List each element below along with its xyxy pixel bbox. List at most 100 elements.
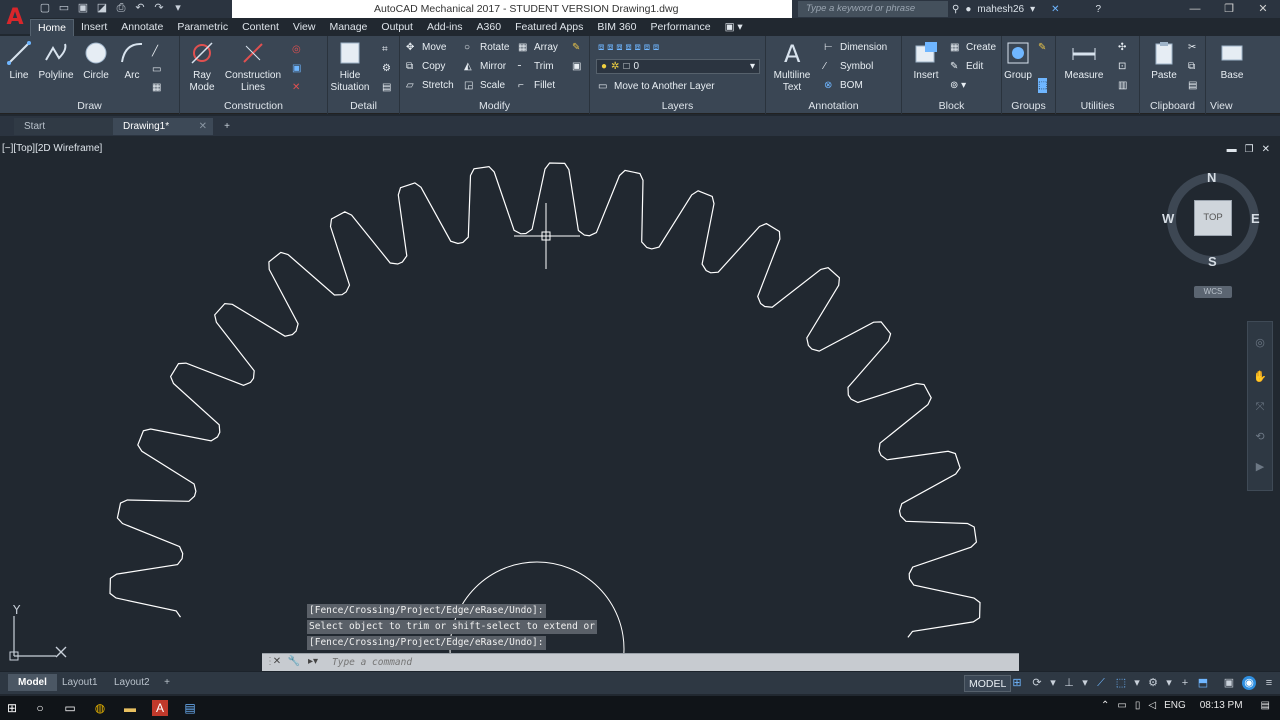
add-icon[interactable]: + xyxy=(1178,676,1192,690)
utility-2-icon[interactable]: ⊡ xyxy=(1118,59,1126,74)
app-taskbar-icon[interactable]: ▤ xyxy=(182,700,198,716)
polar-dropdown-icon[interactable]: ▾ xyxy=(1078,676,1092,690)
viewcube-top-face[interactable]: TOP xyxy=(1194,200,1232,236)
panel-title-view[interactable]: View xyxy=(1206,100,1280,112)
gear-tooth-profile[interactable] xyxy=(109,162,981,638)
move-to-another-layer-button[interactable]: ▭ Move to Another Layer xyxy=(598,79,715,94)
cortana-icon[interactable]: ○ xyxy=(32,700,48,716)
annotation-scale-icon[interactable]: ⬒ xyxy=(1196,676,1210,690)
tab-home[interactable]: Home xyxy=(30,19,75,36)
tab-featured-apps[interactable]: Featured Apps xyxy=(508,19,590,36)
rectangle-icon[interactable]: ▭ xyxy=(152,62,161,77)
undo-icon[interactable]: ↶ xyxy=(133,1,147,15)
file-explorer-icon[interactable]: ▬ xyxy=(122,700,138,716)
workspace-icon[interactable]: ▾ xyxy=(171,1,185,15)
zoom-extents-icon[interactable]: ⤧ xyxy=(1253,400,1267,414)
command-input[interactable] xyxy=(332,655,1012,670)
windows-start-icon[interactable]: ⊞ xyxy=(4,700,20,716)
trim-button[interactable]: ╴ Trim xyxy=(518,59,554,74)
construction-delete-icon[interactable]: ✕ xyxy=(292,80,300,95)
grid-icon[interactable]: ⊞ xyxy=(1010,676,1024,690)
snap-icon[interactable]: ⟳ xyxy=(1030,676,1044,690)
tab-a360[interactable]: A360 xyxy=(470,19,509,36)
open-file-icon[interactable]: ▭ xyxy=(57,1,71,15)
tab-annotate[interactable]: Annotate xyxy=(114,19,170,36)
notifications-icon[interactable]: ▤ xyxy=(1261,700,1270,711)
detail-tool-2-icon[interactable]: ⚙ xyxy=(382,61,391,76)
compass-west[interactable]: W xyxy=(1162,211,1174,226)
layout-tab-layout2[interactable]: Layout2 xyxy=(104,674,160,691)
utility-1-icon[interactable]: ✣ xyxy=(1118,40,1126,55)
tab-output[interactable]: Output xyxy=(374,19,420,36)
help-icon[interactable]: ? xyxy=(1096,4,1102,15)
modify-extra-icon[interactable]: ✎ xyxy=(572,40,580,55)
construction-lines-button[interactable]: Construction Lines xyxy=(224,40,282,94)
file-tab-drawing1[interactable]: Drawing1* ✕ xyxy=(113,118,213,135)
panel-title-block[interactable]: Block xyxy=(902,100,1001,112)
layer-tools-icon[interactable]: ⧈ ⧈ ⧈ ⧈ ⧈ ⧈ ⧈ xyxy=(598,40,659,55)
network-icon[interactable]: ▭ xyxy=(1117,700,1126,711)
binoculars-icon[interactable]: ⚲ xyxy=(952,4,959,15)
chevron-down-icon[interactable]: ▾ xyxy=(1030,4,1035,15)
paste-button[interactable]: Paste xyxy=(1142,40,1186,82)
scale-button[interactable]: ◲ Scale xyxy=(464,78,505,93)
chrome-icon[interactable]: ◍ xyxy=(92,700,108,716)
cut-icon[interactable]: ✂ xyxy=(1188,40,1196,55)
save-as-icon[interactable]: ◪ xyxy=(95,1,109,15)
maximize-icon[interactable]: ❐ xyxy=(1212,0,1246,18)
task-view-icon[interactable]: ▭ xyxy=(62,700,78,716)
viewcube[interactable]: TOP N S E W xyxy=(1160,170,1266,270)
layout-tab-layout1[interactable]: Layout1 xyxy=(52,674,108,691)
close-icon[interactable]: ✕ xyxy=(1246,0,1280,18)
osnap-dropdown-icon[interactable]: ▾ xyxy=(1130,676,1144,690)
username-label[interactable]: mahesh26 xyxy=(977,4,1024,15)
rotate-button[interactable]: ○ Rotate xyxy=(464,40,509,55)
construction-circle-icon[interactable]: ◎ xyxy=(292,42,301,57)
minimize-icon[interactable]: — xyxy=(1178,0,1212,18)
tab-manage[interactable]: Manage xyxy=(322,19,374,36)
pan-icon[interactable]: ✋ xyxy=(1253,370,1267,384)
isolate-objects-icon[interactable]: ◉ xyxy=(1242,676,1256,690)
create-block-button[interactable]: ▦ Create xyxy=(950,40,996,55)
model-space-button[interactable]: MODEL xyxy=(964,675,1012,692)
detail-tool-3-icon[interactable]: ▤ xyxy=(382,80,391,95)
insert-block-button[interactable]: Insert xyxy=(904,40,948,82)
utility-3-icon[interactable]: ▥ xyxy=(1118,78,1127,93)
redo-icon[interactable]: ↷ xyxy=(152,1,166,15)
tab-content[interactable]: Content xyxy=(235,19,286,36)
tab-performance[interactable]: Performance xyxy=(643,19,717,36)
object-snap-icon[interactable]: ⬚ xyxy=(1114,676,1128,690)
new-file-icon[interactable]: ▢ xyxy=(38,1,52,15)
tab-bim360[interactable]: BIM 360 xyxy=(590,19,643,36)
symbol-button[interactable]: ⁄ Symbol xyxy=(824,59,873,74)
tab-add-ins[interactable]: Add-ins xyxy=(420,19,470,36)
save-icon[interactable]: ▣ xyxy=(76,1,90,15)
construction-square-icon[interactable]: ▣ xyxy=(292,61,301,76)
fillet-button[interactable]: ⌐ Fillet xyxy=(518,78,555,93)
tray-expand-icon[interactable]: ⌃ xyxy=(1101,700,1109,711)
new-layout-icon[interactable]: + xyxy=(160,674,174,691)
panel-title-draw[interactable]: Draw xyxy=(0,100,179,112)
tab-parametric[interactable]: Parametric xyxy=(170,19,235,36)
move-button[interactable]: ✥ Move xyxy=(406,40,446,55)
edit-block-button[interactable]: ✎ Edit xyxy=(950,59,983,74)
panel-title-detail[interactable]: Detail xyxy=(328,100,399,112)
ribbon-options-icon[interactable]: ▣ ▾ xyxy=(718,19,750,36)
workspace-icon[interactable]: ▣ xyxy=(1222,676,1236,690)
group-button[interactable]: Group xyxy=(996,40,1040,82)
stretch-button[interactable]: ▱ Stretch xyxy=(406,78,454,93)
array-button[interactable]: ▦ Array xyxy=(518,40,558,55)
tab-view[interactable]: View xyxy=(286,19,323,36)
volume-icon[interactable]: ◁ xyxy=(1148,700,1156,711)
language-indicator[interactable]: ENG xyxy=(1164,700,1186,711)
base-view-button[interactable]: Base xyxy=(1210,40,1254,82)
copy-button[interactable]: ⧉ Copy xyxy=(406,59,445,74)
panel-title-construction[interactable]: Construction xyxy=(180,100,327,112)
search-input[interactable]: Type a keyword or phrase xyxy=(798,1,948,17)
measure-button[interactable]: Measure xyxy=(1062,40,1106,82)
arc-button[interactable]: Arc xyxy=(110,40,154,82)
hatch-icon[interactable]: ▦ xyxy=(152,80,161,95)
drawing-canvas[interactable]: [−][Top][2D Wireframe] ▬ ❐ ✕ TOP N S E W… xyxy=(0,138,1280,670)
file-tab-start[interactable]: Start xyxy=(14,118,114,135)
command-prompt-icon[interactable]: ▸▾ xyxy=(306,655,320,669)
